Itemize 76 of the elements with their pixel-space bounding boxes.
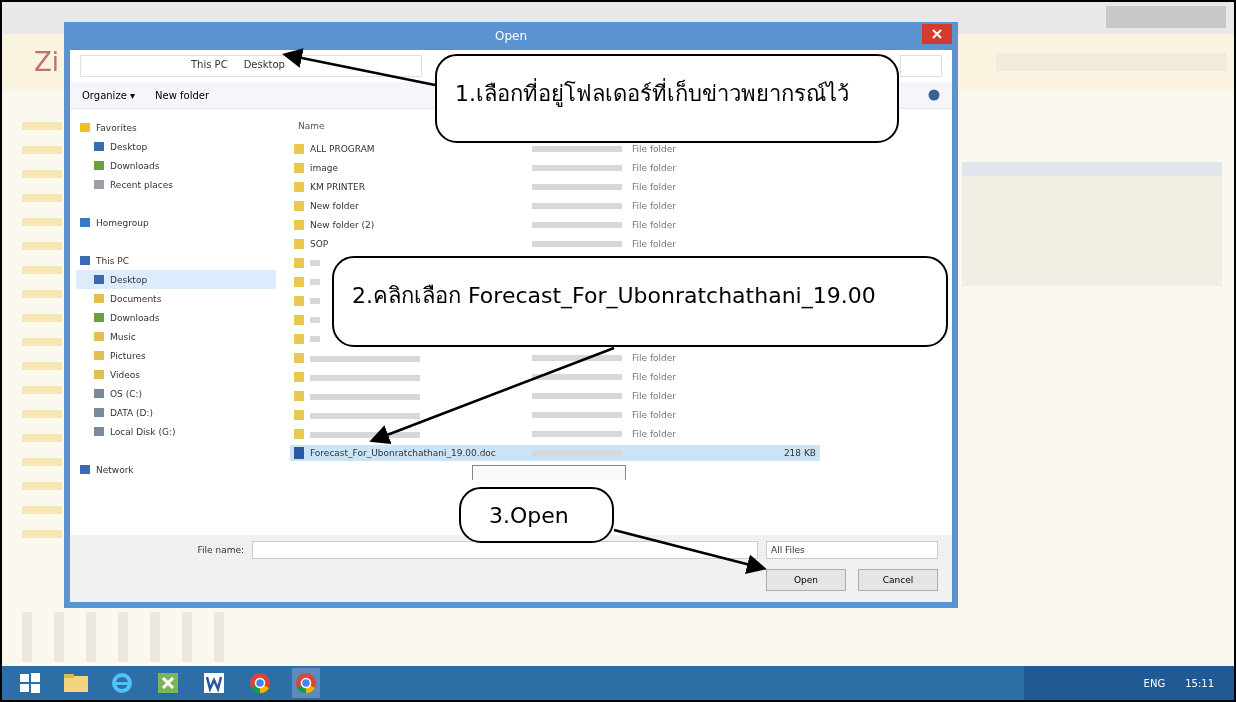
- file-name: SOP: [310, 239, 329, 249]
- file-type: File folder: [632, 182, 677, 192]
- site-logo: Zi: [34, 47, 60, 77]
- nav-item[interactable]: Documents: [76, 289, 276, 308]
- nav-item[interactable]: Videos: [76, 365, 276, 384]
- file-name: New folder (2): [310, 220, 375, 230]
- nav-item[interactable]: Pictures: [76, 346, 276, 365]
- file-row[interactable]: File folder: [290, 351, 820, 365]
- folder-icon: [94, 294, 104, 303]
- file-row[interactable]: New folder (2) File folder: [290, 218, 820, 232]
- file-name-field[interactable]: [252, 541, 758, 559]
- nav-item[interactable]: Network: [76, 460, 276, 479]
- file-size: 218 KB: [783, 448, 816, 458]
- search-field[interactable]: [900, 55, 942, 77]
- file-row[interactable]: File folder: [290, 370, 820, 384]
- nav-item[interactable]: Downloads: [76, 308, 276, 327]
- file-type: File folder: [632, 220, 677, 230]
- file-type: File folder: [632, 201, 677, 211]
- file-row[interactable]: File folder: [290, 427, 820, 441]
- nav-item[interactable]: OS (C:): [76, 384, 276, 403]
- file-type: File folder: [632, 391, 677, 401]
- callout-text: 1.เลือกที่อยู่โฟลเดอร์ที่เก็บข่าวพยากรณ์ไว้: [455, 76, 849, 111]
- file-name: Forecast_For_Ubonratchathani_19.00.doc: [310, 448, 496, 458]
- dialog-button[interactable]: Open: [766, 569, 846, 591]
- language-indicator[interactable]: ENG: [1143, 677, 1166, 689]
- file-type-dropdown[interactable]: All Files: [766, 541, 938, 559]
- nav-item[interactable]: Desktop: [76, 270, 276, 289]
- file-name: New folder: [310, 201, 359, 211]
- file-row[interactable]: New folder File folder: [290, 199, 820, 213]
- dialog-title: Open: [494, 29, 528, 43]
- toolbar-button[interactable]: Organize ▾: [82, 89, 135, 101]
- nav-item[interactable]: Downloads: [76, 156, 276, 175]
- file-row[interactable]: SOP File folder: [290, 237, 820, 251]
- file-name: image: [310, 163, 339, 173]
- column-header[interactable]: Name: [298, 120, 325, 131]
- illegible-text: [310, 279, 320, 285]
- file-name: ALL PROGRAM: [310, 144, 375, 154]
- file-type: File folder: [632, 372, 677, 382]
- document-icon: [294, 447, 304, 459]
- illegible-text: [310, 317, 320, 323]
- callout-text: 3.Open: [489, 503, 569, 528]
- breadcrumb-bar[interactable]: This PC Desktop: [80, 55, 422, 77]
- file-row[interactable]: Forecast_For_Ubonratchathani_19.00.doc 218 KB: [290, 445, 820, 461]
- nav-item[interactable]: This PC: [76, 251, 276, 270]
- nav-item[interactable]: Homegroup: [76, 213, 276, 232]
- nav-item[interactable]: Favorites: [76, 118, 276, 137]
- breadcrumb-item[interactable]: This PC: [191, 59, 228, 73]
- illegible-text: [310, 260, 320, 266]
- illegible-text: [310, 336, 320, 342]
- file-type: File folder: [632, 239, 677, 249]
- file-type: File folder: [632, 144, 677, 154]
- nav-item[interactable]: Music: [76, 327, 276, 346]
- file-row[interactable]: ALL PROGRAM File folder: [290, 142, 820, 156]
- dialog-button[interactable]: Cancel: [858, 569, 938, 591]
- field-label: File name:: [196, 545, 244, 555]
- file-type: File folder: [632, 410, 677, 420]
- file-type: File folder: [632, 429, 677, 439]
- file-row[interactable]: File folder: [290, 408, 820, 422]
- file-row[interactable]: image File folder: [290, 161, 820, 175]
- file-row[interactable]: File folder: [290, 389, 820, 403]
- illegible-text: [310, 298, 320, 304]
- toolbar-button[interactable]: New folder: [155, 89, 210, 101]
- callout-text: 2.คลิกเลือก Forecast_For_Ubonratchathani_19.00: [352, 282, 876, 311]
- file-name: KM PRINTER: [310, 182, 366, 192]
- file-type: File folder: [632, 353, 677, 363]
- clock[interactable]: 15:11: [1185, 677, 1214, 689]
- round-app-icon[interactable]: [292, 668, 320, 698]
- file-row[interactable]: KM PRINTER File folder: [290, 180, 820, 194]
- close-icon: [932, 29, 942, 39]
- nav-item[interactable]: DATA (D:): [76, 403, 276, 422]
- nav-item[interactable]: Recent places: [76, 175, 276, 194]
- breadcrumb-item[interactable]: Desktop: [243, 59, 285, 73]
- close-button[interactable]: [922, 24, 952, 44]
- file-type: File folder: [632, 163, 677, 173]
- nav-item[interactable]: Local Disk (G:): [76, 422, 276, 441]
- nav-item[interactable]: Desktop: [76, 137, 276, 156]
